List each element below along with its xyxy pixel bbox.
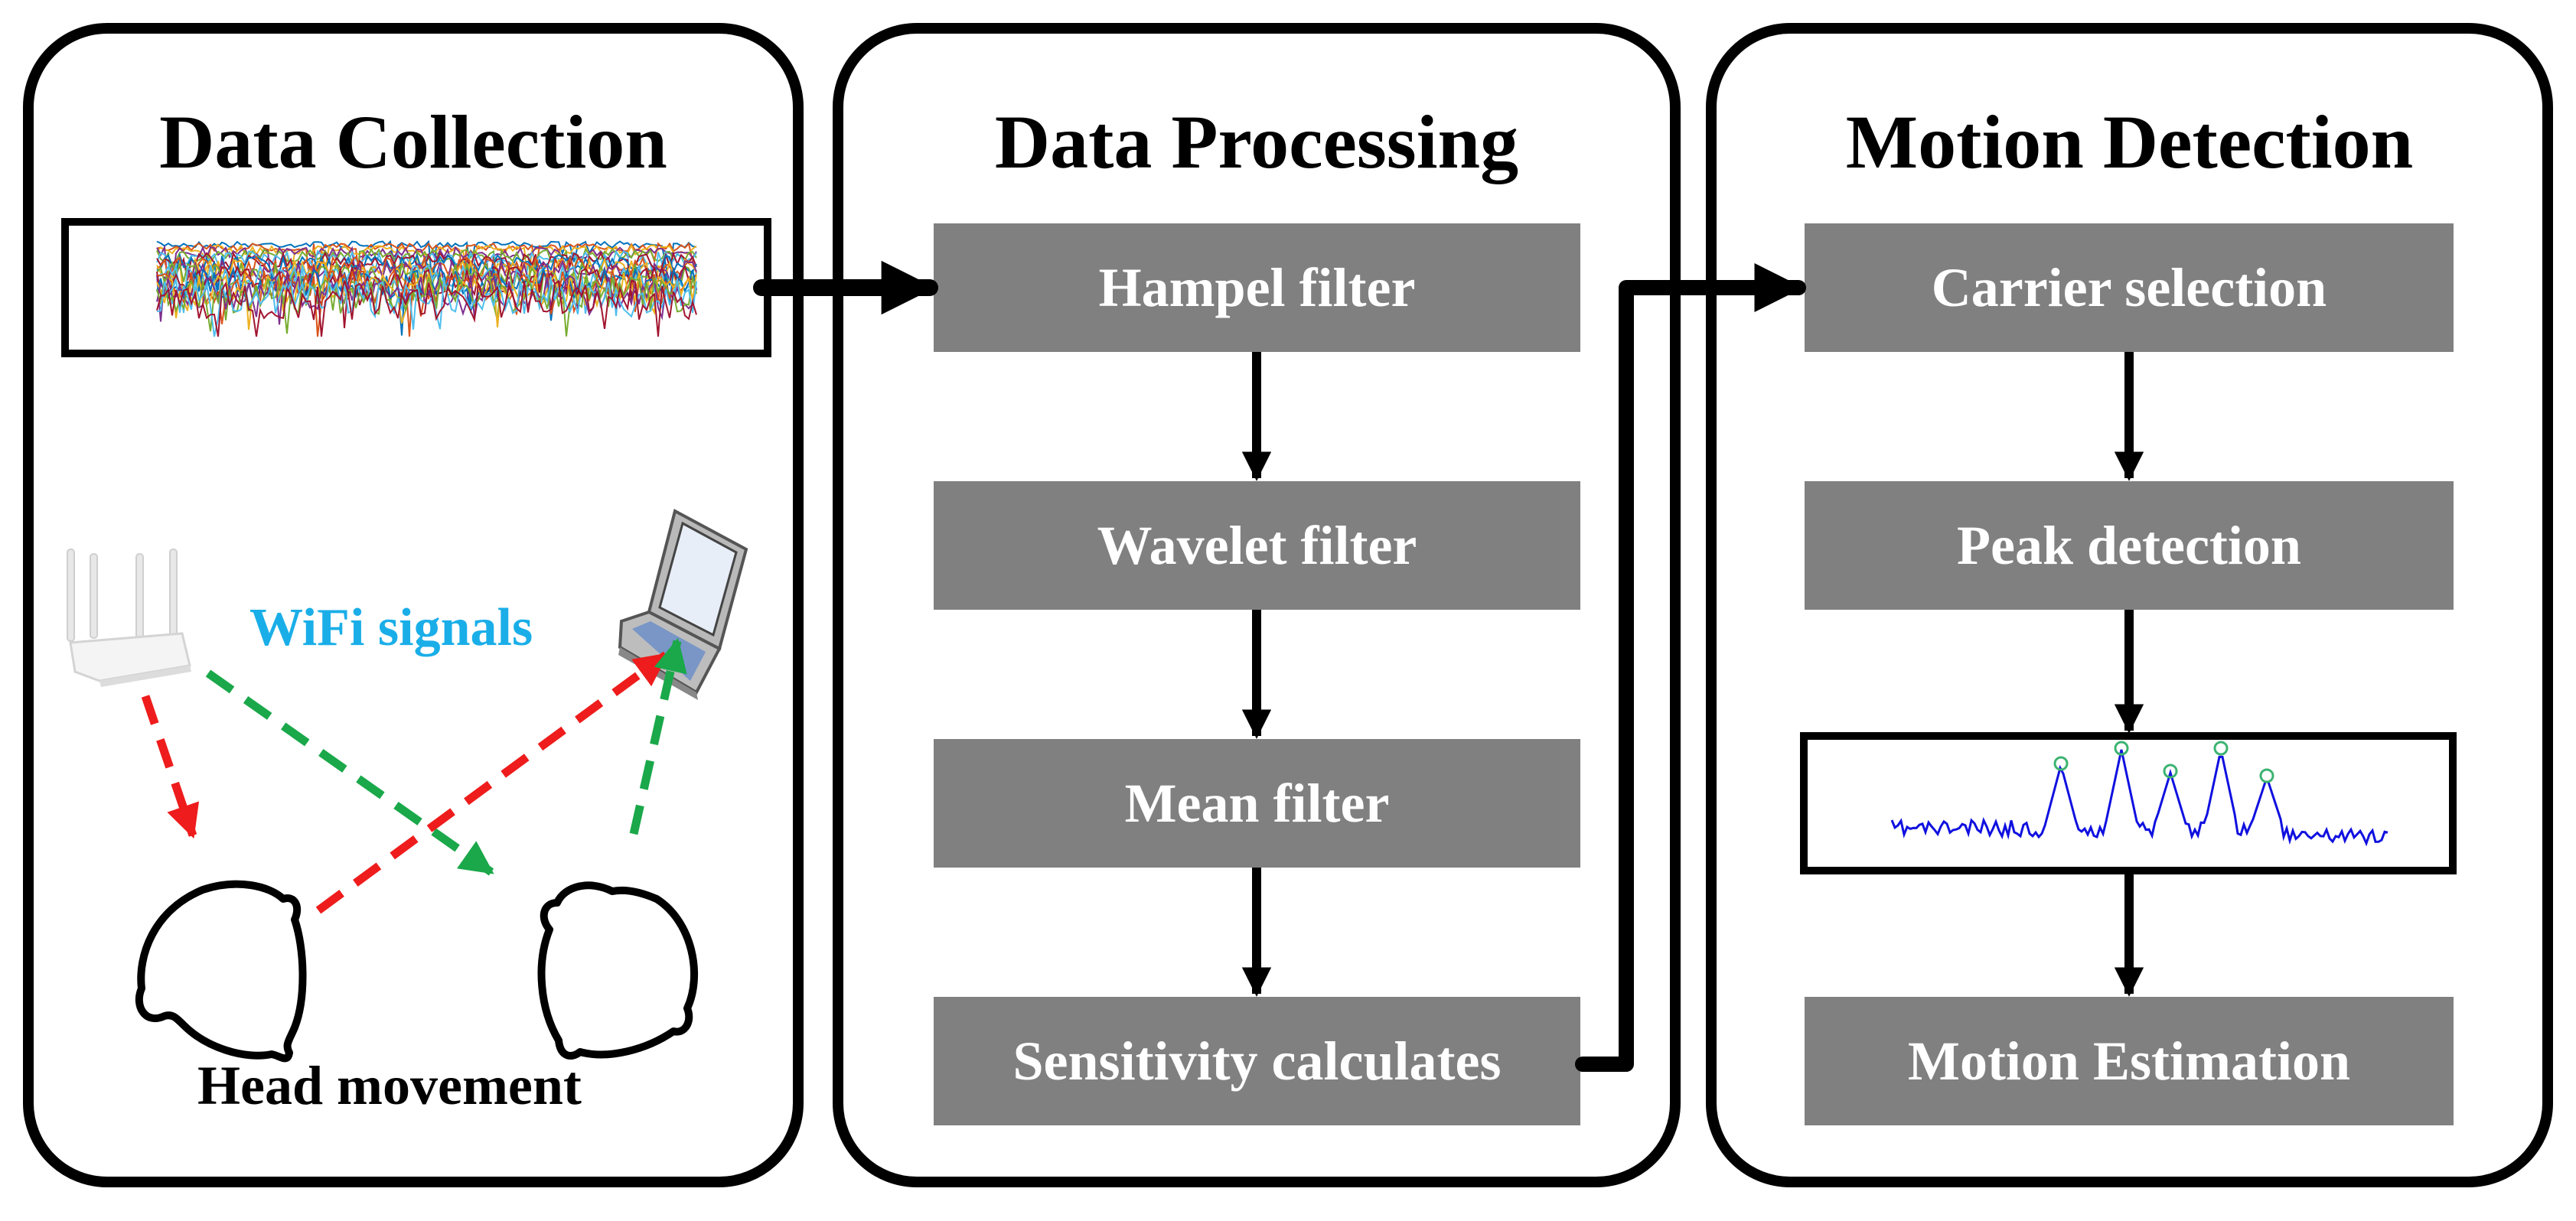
wifi-signals-label: WiFi signals: [249, 598, 533, 657]
arrow-processing-to-detection: [1575, 262, 1806, 1072]
head-movement-caption: Head movement: [197, 1055, 582, 1116]
peak-detection-plot: [1800, 732, 2457, 874]
csi-waveform-plot: [61, 218, 771, 357]
wifi-router-icon: [67, 549, 191, 687]
head-icon: [135, 880, 307, 1063]
wifi-signal-paths: [141, 637, 687, 914]
head-icon: [537, 881, 699, 1060]
laptop-icon: [618, 509, 748, 700]
